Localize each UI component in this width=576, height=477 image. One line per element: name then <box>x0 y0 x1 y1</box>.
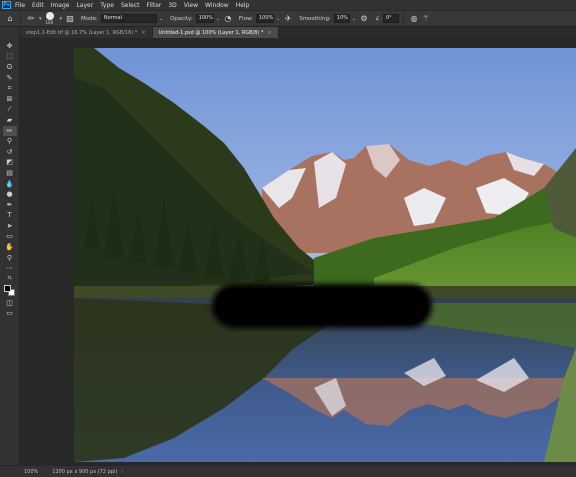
airbrush-icon[interactable]: ✈ <box>282 14 294 23</box>
options-bar: ⌂ ✏ ▾ 100 ▾ ▨ Mode: Normal ⌄ Opacity: 10… <box>0 10 576 27</box>
flow-field[interactable]: 100% <box>256 14 274 23</box>
menu-file[interactable]: File <box>15 2 25 9</box>
zoom-level[interactable]: 100% <box>24 469 38 475</box>
chevron-down-icon[interactable]: ▾ <box>39 16 42 22</box>
divider <box>20 13 21 24</box>
opacity-field[interactable]: 100% <box>195 14 214 23</box>
close-icon[interactable]: × <box>141 30 145 36</box>
pressure-size-icon[interactable]: ◍ <box>408 14 420 23</box>
smoothing-field[interactable]: 10% <box>333 14 350 23</box>
shape-tool-icon[interactable]: ▭ <box>3 232 17 243</box>
dodge-tool-icon[interactable]: ● <box>3 189 17 200</box>
chevron-down-icon[interactable]: ⌄ <box>159 16 163 22</box>
smoothing-label: Smoothing: <box>299 15 331 22</box>
flow-label: Flow: <box>238 15 253 22</box>
menu-window[interactable]: Window <box>205 2 229 9</box>
chevron-down-icon[interactable]: ⌄ <box>216 16 220 22</box>
quick-select-tool-icon[interactable]: ✎ <box>3 73 17 84</box>
eyedropper-tool-icon[interactable]: ⁄ <box>3 105 17 116</box>
document-workspace[interactable] <box>20 38 576 465</box>
menu-select[interactable]: Select <box>121 2 140 9</box>
frame-tool-icon[interactable]: ⊠ <box>3 94 17 105</box>
document-tab-bar: step1.1-Edit.tif @ 16.7% (Layer 1, RGB/1… <box>20 27 576 38</box>
healing-brush-tool-icon[interactable]: ▰ <box>3 115 17 126</box>
mode-label: Mode: <box>81 15 98 22</box>
menu-bar: Ps File Edit Image Layer Type Select Fil… <box>0 0 576 10</box>
menu-3d[interactable]: 3D <box>168 2 176 9</box>
move-tool-icon[interactable]: ✥ <box>3 41 17 52</box>
history-brush-tool-icon[interactable]: ↺ <box>3 147 17 158</box>
tab-untitled-1[interactable]: Untitled-1.psd @ 100% (Layer 1, RGB/8) *… <box>152 27 279 38</box>
document-canvas[interactable] <box>74 48 576 462</box>
divider <box>402 13 404 24</box>
marquee-tool-icon[interactable]: ⬚ <box>3 52 17 63</box>
gradient-tool-icon[interactable]: ▤ <box>3 168 17 179</box>
mode-select[interactable]: Normal <box>100 14 157 23</box>
menu-layer[interactable]: Layer <box>76 2 93 9</box>
angle-field[interactable]: 0° <box>382 14 399 23</box>
menu-filter[interactable]: Filter <box>147 2 162 9</box>
zoom-tool-icon[interactable]: ⚲ <box>3 253 17 264</box>
photoshop-logo-icon[interactable]: Ps <box>2 1 11 9</box>
home-icon[interactable]: ⌂ <box>4 14 16 23</box>
screen-mode-icon[interactable]: ▭ <box>3 309 17 320</box>
tab-label: Untitled-1.psd @ 100% (Layer 1, RGB/8) * <box>158 29 264 36</box>
quick-mask-icon[interactable]: ◫ <box>3 298 17 309</box>
brush-settings-panel-icon[interactable]: ▨ <box>64 14 76 23</box>
lasso-tool-icon[interactable]: ʘ <box>3 62 17 73</box>
tools-panel: ✥ ⬚ ʘ ✎ ⌗ ⊠ ⁄ ▰ ✏ ⚲ ↺ ◩ ▤ 💧 ● ✒ T ➤ ▭ ✋ … <box>0 27 20 465</box>
path-select-tool-icon[interactable]: ➤ <box>3 221 17 232</box>
chevron-down-icon[interactable]: ▾ <box>60 16 63 22</box>
color-swatches[interactable] <box>3 284 17 298</box>
document-info[interactable]: 1200 px x 900 px (72 ppi) <box>52 469 117 475</box>
clone-stamp-tool-icon[interactable]: ⚲ <box>3 136 17 147</box>
angle-icon: ∠ <box>375 15 380 22</box>
tab-label: step1.1-Edit.tif @ 16.7% (Layer 1, RGB/1… <box>26 29 138 36</box>
pressure-opacity-icon[interactable]: ◔ <box>222 14 234 23</box>
blur-tool-icon[interactable]: 💧 <box>3 179 17 190</box>
brush-tool-icon[interactable]: ✏ <box>25 14 37 23</box>
status-bar: 100% 1200 px x 900 px (72 ppi) › <box>0 465 576 477</box>
eraser-tool-icon[interactable]: ◩ <box>3 158 17 169</box>
pen-tool-icon[interactable]: ✒ <box>3 200 17 211</box>
chevron-down-icon[interactable]: ⌄ <box>352 16 356 22</box>
gear-icon[interactable]: ⚙ <box>358 14 370 23</box>
chevron-right-icon[interactable]: › <box>121 469 123 475</box>
hand-tool-icon[interactable]: ✋ <box>3 242 17 253</box>
menu-edit[interactable]: Edit <box>32 2 44 9</box>
symmetry-icon[interactable]: ⚚ <box>420 14 432 23</box>
more-tools-icon[interactable]: ⋯ <box>3 263 17 274</box>
menu-help[interactable]: Help <box>236 2 250 9</box>
close-icon[interactable]: × <box>267 30 271 36</box>
type-tool-icon[interactable]: T <box>3 211 17 222</box>
swap-colors-icon[interactable]: ⇆ <box>3 274 17 282</box>
menu-image[interactable]: Image <box>51 2 70 9</box>
crop-tool-icon[interactable]: ⌗ <box>3 83 17 94</box>
menu-view[interactable]: View <box>184 2 198 9</box>
chevron-down-icon[interactable]: ⌄ <box>276 16 280 22</box>
brush-tip-icon <box>45 11 54 20</box>
brush-preset-picker[interactable]: 100 <box>44 11 58 26</box>
foreground-color-swatch[interactable] <box>3 285 11 293</box>
landscape-photo <box>74 48 576 462</box>
brush-tool-icon[interactable]: ✏ <box>2 125 17 137</box>
opacity-label: Opacity: <box>170 15 193 22</box>
brush-size-label: 100 <box>45 19 54 25</box>
tab-step1-edit[interactable]: step1.1-Edit.tif @ 16.7% (Layer 1, RGB/1… <box>20 27 153 38</box>
menu-type[interactable]: Type <box>100 2 114 9</box>
